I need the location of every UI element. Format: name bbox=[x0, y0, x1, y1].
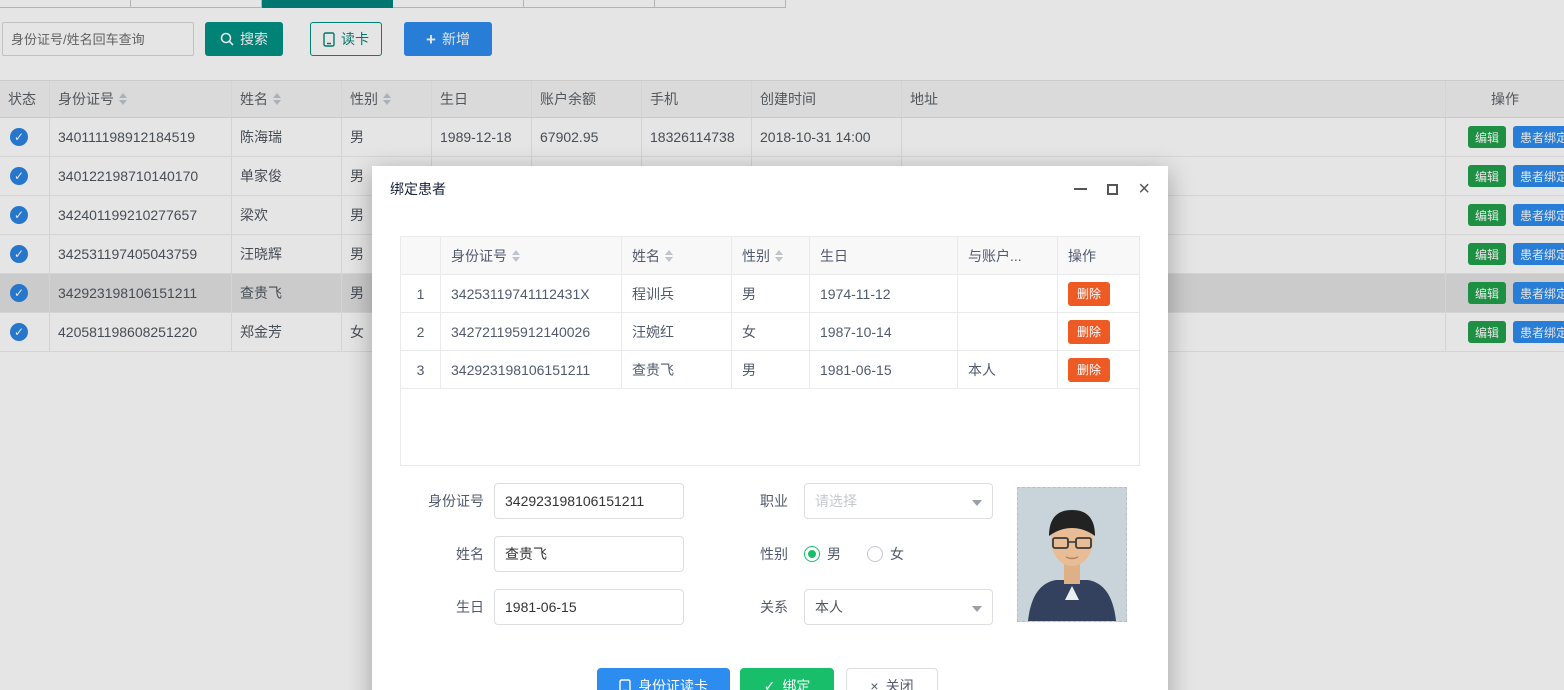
row-name: 查贵飞 bbox=[622, 351, 732, 388]
modal-title: 绑定患者 bbox=[390, 179, 446, 199]
column-header-gender[interactable]: 性别 bbox=[732, 237, 810, 274]
bind-button-label: 绑定 bbox=[782, 676, 810, 690]
chevron-down-icon bbox=[972, 606, 982, 612]
name-label: 姓名 bbox=[399, 536, 484, 572]
close-button[interactable]: × 关闭 bbox=[846, 668, 938, 690]
radio-selected-icon bbox=[804, 546, 820, 562]
id-card-read-button[interactable]: 身份证读卡 bbox=[597, 668, 730, 690]
name-field[interactable] bbox=[494, 536, 684, 572]
row-actions: 删除 bbox=[1058, 351, 1139, 388]
app-root: 搜索 读卡 + 新增 状态 身份证号 姓名 性别 生日 账户余额 手机 创建时间… bbox=[0, 0, 1564, 690]
occupation-placeholder: 请选择 bbox=[815, 491, 857, 511]
chevron-down-icon bbox=[972, 500, 982, 506]
row-actions: 删除 bbox=[1058, 313, 1139, 350]
x-icon: × bbox=[870, 678, 878, 690]
row-id: 342923198106151211 bbox=[441, 351, 622, 388]
column-header-id[interactable]: 身份证号 bbox=[441, 237, 622, 274]
row-gender: 男 bbox=[732, 351, 810, 388]
delete-button[interactable]: 删除 bbox=[1068, 358, 1110, 382]
gender-male-label: 男 bbox=[827, 544, 841, 564]
close-icon[interactable]: × bbox=[1138, 179, 1150, 199]
modal-table-header: 身份证号 姓名 性别 生日 与账户... 操作 bbox=[401, 237, 1139, 275]
row-birthday: 1987-10-14 bbox=[810, 313, 958, 350]
minimize-icon[interactable] bbox=[1074, 188, 1087, 190]
relation-select[interactable]: 本人 bbox=[804, 589, 993, 625]
check-icon: ✓ bbox=[764, 678, 776, 690]
delete-button[interactable]: 删除 bbox=[1068, 320, 1110, 344]
sort-icon[interactable] bbox=[665, 250, 673, 262]
gender-male-radio[interactable]: 男 bbox=[804, 544, 841, 564]
column-header-relation: 与账户... bbox=[958, 237, 1058, 274]
occupation-label: 职业 bbox=[702, 483, 788, 519]
modal-table-row[interactable]: 1 34253119741112431X 程训兵 男 1974-11-12 删除 bbox=[401, 275, 1139, 313]
modal-table-row[interactable]: 3 342923198106151211 查贵飞 男 1981-06-15 本人… bbox=[401, 351, 1139, 389]
row-index: 2 bbox=[401, 313, 441, 350]
patient-photo bbox=[1017, 487, 1127, 622]
row-index: 1 bbox=[401, 275, 441, 312]
column-header-actions: 操作 bbox=[1058, 237, 1139, 274]
occupation-select[interactable]: 请选择 bbox=[804, 483, 993, 519]
modal-header: 绑定患者 × bbox=[372, 166, 1168, 212]
row-id: 34253119741112431X bbox=[441, 275, 622, 312]
row-id: 342721195912140026 bbox=[441, 313, 622, 350]
column-header-name[interactable]: 姓名 bbox=[622, 237, 732, 274]
maximize-icon[interactable] bbox=[1107, 184, 1118, 195]
modal-table-row[interactable]: 2 342721195912140026 汪婉红 女 1987-10-14 删除 bbox=[401, 313, 1139, 351]
relation-label: 关系 bbox=[702, 589, 788, 625]
radio-unselected-icon bbox=[867, 546, 883, 562]
bind-patient-modal: 绑定患者 × 身份证号 姓名 性别 生日 与账户... 操作 1 3425311… bbox=[372, 166, 1168, 690]
row-name: 汪婉红 bbox=[622, 313, 732, 350]
portrait-image bbox=[1018, 488, 1126, 621]
gender-female-radio[interactable]: 女 bbox=[867, 544, 904, 564]
sort-icon[interactable] bbox=[512, 250, 520, 262]
gender-female-label: 女 bbox=[890, 544, 904, 564]
row-relation bbox=[958, 313, 1058, 350]
row-gender: 女 bbox=[732, 313, 810, 350]
row-birthday: 1974-11-12 bbox=[810, 275, 958, 312]
column-header-index bbox=[401, 237, 441, 274]
birthday-field[interactable] bbox=[494, 589, 684, 625]
column-header-birthday: 生日 bbox=[810, 237, 958, 274]
close-button-label: 关闭 bbox=[886, 676, 914, 690]
relation-value: 本人 bbox=[815, 597, 843, 617]
sort-icon[interactable] bbox=[775, 250, 783, 262]
bound-patients-table: 身份证号 姓名 性别 生日 与账户... 操作 1 34253119741112… bbox=[400, 236, 1140, 466]
delete-button[interactable]: 删除 bbox=[1068, 282, 1110, 306]
row-gender: 男 bbox=[732, 275, 810, 312]
bind-button[interactable]: ✓ 绑定 bbox=[740, 668, 834, 690]
id-number-field[interactable] bbox=[494, 483, 684, 519]
birthday-label: 生日 bbox=[399, 589, 484, 625]
row-relation bbox=[958, 275, 1058, 312]
row-name: 程训兵 bbox=[622, 275, 732, 312]
gender-label: 性别 bbox=[702, 536, 788, 572]
row-actions: 删除 bbox=[1058, 275, 1139, 312]
id-number-label: 身份证号 bbox=[399, 483, 484, 519]
gender-radio-group: 男 女 bbox=[804, 536, 904, 572]
id-card-read-label: 身份证读卡 bbox=[638, 676, 708, 690]
window-controls: × bbox=[1074, 179, 1150, 199]
card-icon bbox=[619, 679, 631, 690]
row-relation: 本人 bbox=[958, 351, 1058, 388]
row-index: 3 bbox=[401, 351, 441, 388]
row-birthday: 1981-06-15 bbox=[810, 351, 958, 388]
